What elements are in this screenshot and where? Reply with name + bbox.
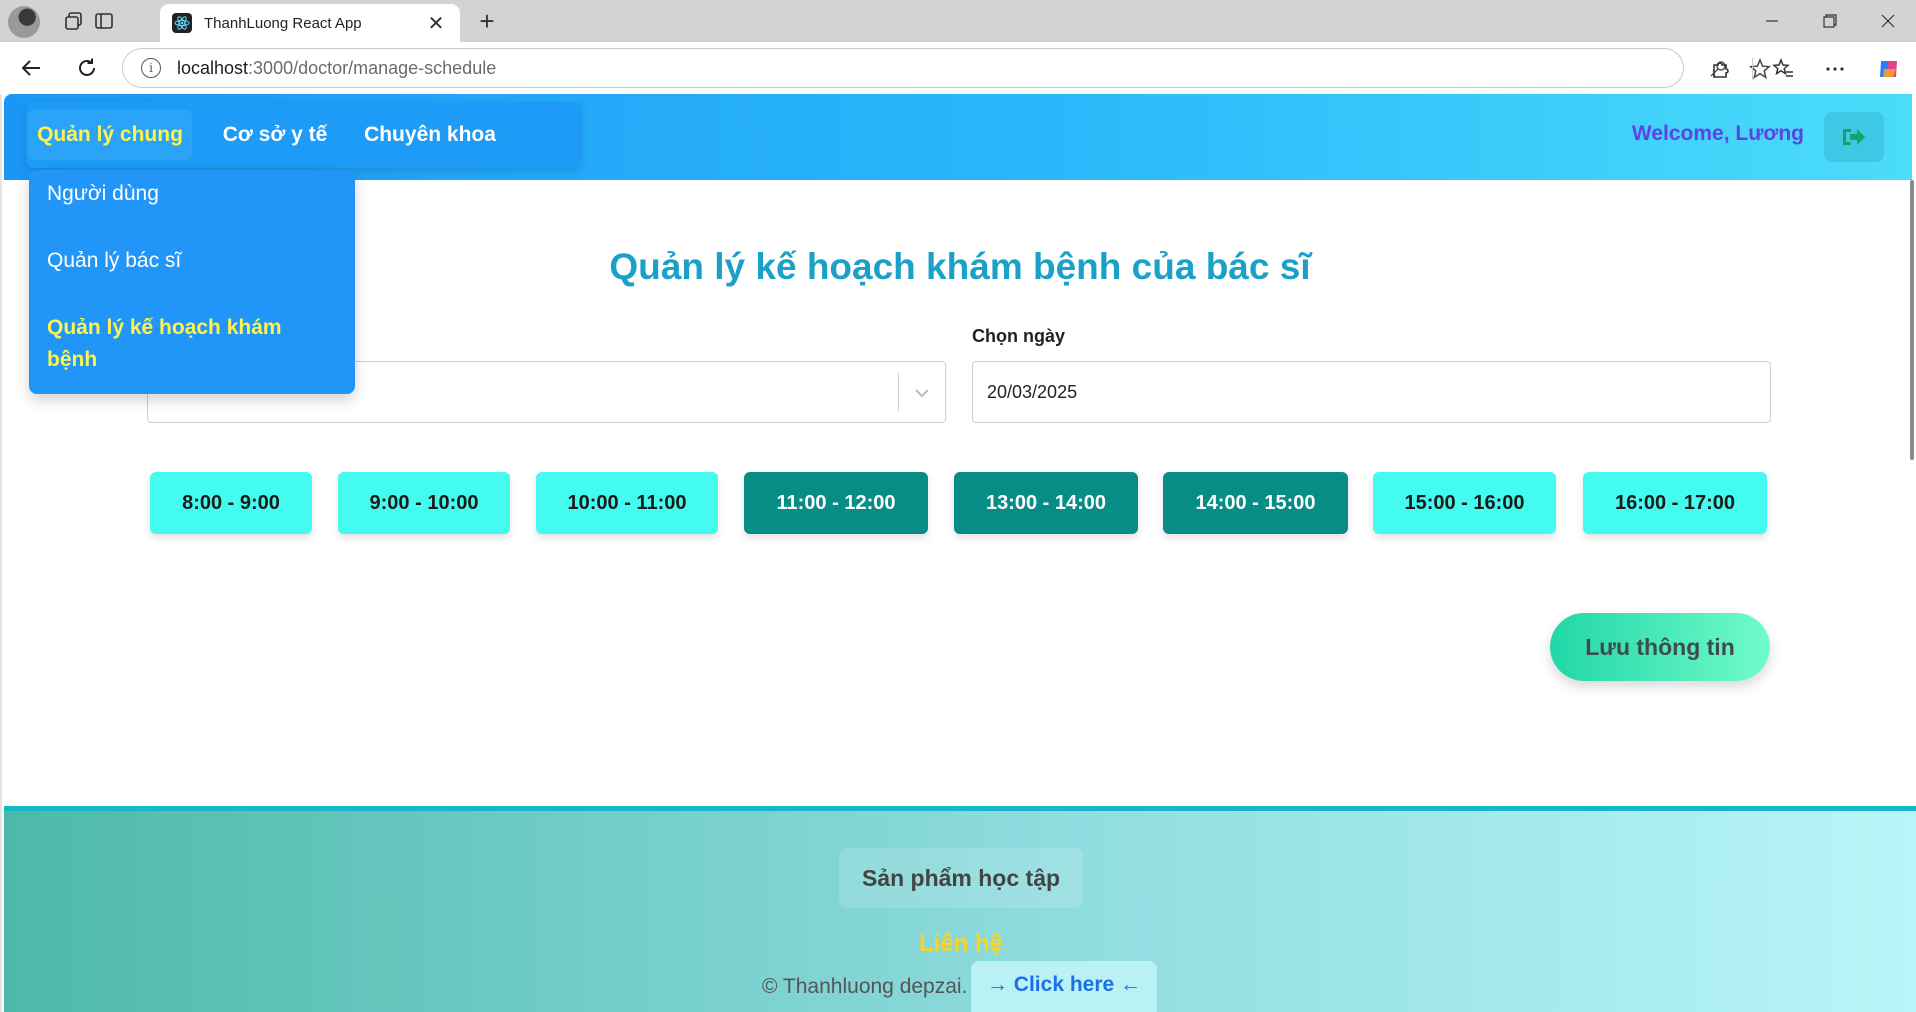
- profile-avatar[interactable]: [8, 6, 40, 38]
- menu-item-general[interactable]: Quản lý chung: [28, 110, 192, 160]
- scrollbar-thumb[interactable]: [1910, 180, 1914, 460]
- dropdown-item-schedule[interactable]: Quản lý kế hoạch khám bệnh: [47, 312, 337, 376]
- url-path: :3000/doctor/manage-schedule: [248, 57, 497, 78]
- time-slot-button[interactable]: 9:00 - 10:00: [338, 472, 510, 534]
- footer-contact[interactable]: Liên hệ: [4, 930, 1916, 958]
- react-icon: [172, 13, 192, 33]
- logout-button[interactable]: [1824, 112, 1884, 162]
- footer: Sản phẩm học tập Liên hệ © Thanhluong de…: [4, 806, 1916, 1012]
- url-host: localhost: [177, 57, 249, 78]
- time-slot-button[interactable]: 15:00 - 16:00: [1373, 472, 1556, 534]
- browser-tab[interactable]: ThanhLuong React App ✕: [160, 4, 460, 42]
- menu-item-specialty[interactable]: Chuyên khoa: [346, 110, 514, 160]
- general-dropdown-menu: Người dùng Quản lý bác sĩ Quản lý kế hoạ…: [29, 170, 355, 394]
- date-label: Chọn ngày: [972, 326, 1065, 346]
- time-slot-button[interactable]: 13:00 - 14:00: [954, 472, 1138, 534]
- time-slot-button[interactable]: 8:00 - 9:00: [150, 472, 312, 534]
- extensions-icon[interactable]: [1704, 54, 1738, 84]
- app-header: Quản lý chung Cơ sở y tế Chuyên khoa Wel…: [4, 94, 1912, 180]
- footer-copyright: © Thanhluong depzai.: [762, 975, 968, 998]
- select-separator: [898, 373, 899, 411]
- url-input[interactable]: i localhost:3000/doctor/manage-schedule: [122, 48, 1771, 88]
- logout-icon: [1843, 129, 1865, 145]
- copilot-icon[interactable]: [1872, 54, 1906, 84]
- save-button[interactable]: Lưu thông tin: [1550, 613, 1770, 681]
- address-bar-row: i localhost:3000/doctor/manage-schedule: [0, 42, 1916, 94]
- app-viewport: Quản lý chung Cơ sở y tế Chuyên khoa Wel…: [0, 94, 1916, 1012]
- dropdown-item-users[interactable]: Người dùng: [47, 178, 337, 210]
- dropdown-item-doctors[interactable]: Quản lý bác sĩ: [47, 245, 337, 277]
- toolbar-separator: [1752, 58, 1753, 80]
- more-options-icon[interactable]: [1818, 54, 1852, 84]
- time-slot-button[interactable]: 11:00 - 12:00: [744, 472, 928, 534]
- tab-actions-icon[interactable]: [86, 6, 122, 36]
- main-menu: Quản lý chung Cơ sở y tế Chuyên khoa: [26, 102, 582, 168]
- close-window-icon[interactable]: [1860, 6, 1916, 36]
- new-tab-icon[interactable]: +: [470, 7, 504, 35]
- minimize-icon[interactable]: [1744, 6, 1800, 36]
- footer-click-here-link[interactable]: → Click here ←: [971, 961, 1157, 1012]
- tab-title: ThanhLuong React App: [204, 14, 362, 32]
- close-tab-icon[interactable]: ✕: [424, 11, 448, 36]
- reload-icon[interactable]: [70, 52, 104, 84]
- restore-icon[interactable]: [1802, 6, 1858, 36]
- time-slot-button[interactable]: 10:00 - 11:00: [536, 472, 718, 534]
- footer-product-label[interactable]: Sản phẩm học tập: [839, 848, 1083, 908]
- menu-item-clinic[interactable]: Cơ sở y tế: [212, 110, 338, 160]
- site-info-icon[interactable]: i: [141, 58, 161, 78]
- date-picker-input[interactable]: [972, 361, 1771, 423]
- time-slot-button[interactable]: 14:00 - 15:00: [1163, 472, 1348, 534]
- favorites-icon[interactable]: [1766, 54, 1800, 84]
- chevron-down-icon[interactable]: [909, 380, 935, 406]
- browser-tab-bar: ThanhLuong React App ✕ +: [0, 0, 1916, 42]
- back-icon[interactable]: [14, 52, 48, 84]
- time-slot-button[interactable]: 16:00 - 17:00: [1583, 472, 1767, 534]
- welcome-text: Welcome, Lương: [1631, 122, 1804, 145]
